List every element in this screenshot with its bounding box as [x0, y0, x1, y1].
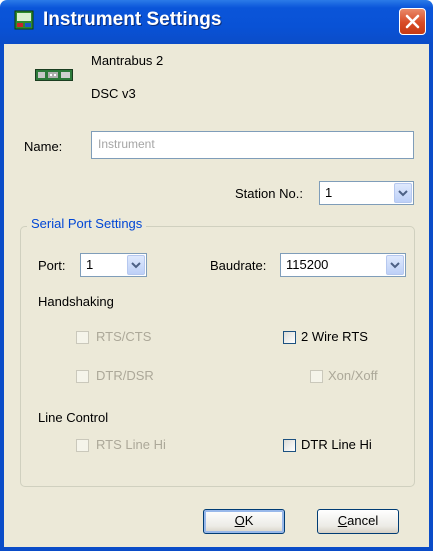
rts-line-hi-checkbox[interactable]	[76, 439, 89, 452]
name-label: Name:	[24, 139, 63, 154]
dtr-line-hi-label: DTR Line Hi	[301, 437, 372, 452]
xon-xoff-label: Xon/Xoff	[328, 368, 378, 383]
station-dropdown-button[interactable]	[394, 183, 412, 203]
port-label: Port:	[38, 258, 66, 273]
close-button[interactable]	[399, 8, 426, 35]
name-input[interactable]: Instrument	[91, 131, 414, 159]
instrument-device-icon	[35, 69, 73, 81]
dtr-dsr-checkbox[interactable]	[76, 370, 89, 383]
instrument-settings-dialog: Instrument Settings Mantrabus 2 DSC v3 N…	[0, 0, 433, 551]
baudrate-value: 115200	[286, 257, 329, 272]
xon-xoff-checkbox[interactable]	[310, 370, 323, 383]
baudrate-dropdown-button[interactable]	[386, 255, 404, 275]
close-icon	[405, 14, 420, 29]
dtr-dsr-label: DTR/DSR	[96, 368, 154, 383]
device-version-label: DSC v3	[91, 86, 136, 101]
two-wire-rts-checkbox[interactable]	[283, 331, 296, 344]
title-bar[interactable]: Instrument Settings	[0, 0, 433, 44]
window-title: Instrument Settings	[43, 9, 222, 30]
port-value: 1	[86, 257, 94, 272]
baudrate-label: Baudrate:	[210, 258, 267, 273]
ok-button[interactable]: OK	[203, 509, 285, 534]
settings-window-icon	[14, 10, 34, 30]
cancel-mnemonic: C	[337, 513, 348, 528]
line-control-heading: Line Control	[38, 410, 109, 425]
device-model-label: Mantrabus 2	[91, 53, 164, 68]
rts-cts-checkbox[interactable]	[76, 331, 89, 344]
two-wire-rts-label: 2 Wire RTS	[301, 329, 368, 344]
ok-label-rest: K	[244, 513, 254, 528]
port-select[interactable]: 1	[80, 253, 147, 277]
rts-line-hi-label: RTS Line Hi	[96, 437, 166, 452]
rts-cts-label: RTS/CTS	[96, 329, 152, 344]
window-frame-bottom	[0, 547, 433, 551]
cancel-button[interactable]: Cancel	[317, 509, 399, 534]
station-number-label: Station No.:	[235, 186, 303, 201]
window-frame-right	[429, 44, 433, 551]
serial-port-settings-legend: Serial Port Settings	[27, 216, 147, 231]
ok-mnemonic: O	[234, 513, 245, 528]
station-number-select[interactable]: 1	[319, 181, 414, 205]
handshaking-heading: Handshaking	[38, 294, 114, 309]
chevron-down-icon	[390, 262, 400, 269]
baudrate-select[interactable]: 115200	[280, 253, 406, 277]
chevron-down-icon	[131, 262, 141, 269]
name-input-placeholder: Instrument	[98, 137, 155, 151]
chevron-down-icon	[398, 190, 408, 197]
port-dropdown-button[interactable]	[127, 255, 145, 275]
cancel-label-rest: ancel	[347, 513, 379, 528]
station-number-value: 1	[325, 185, 333, 200]
dtr-line-hi-checkbox[interactable]	[283, 439, 296, 452]
